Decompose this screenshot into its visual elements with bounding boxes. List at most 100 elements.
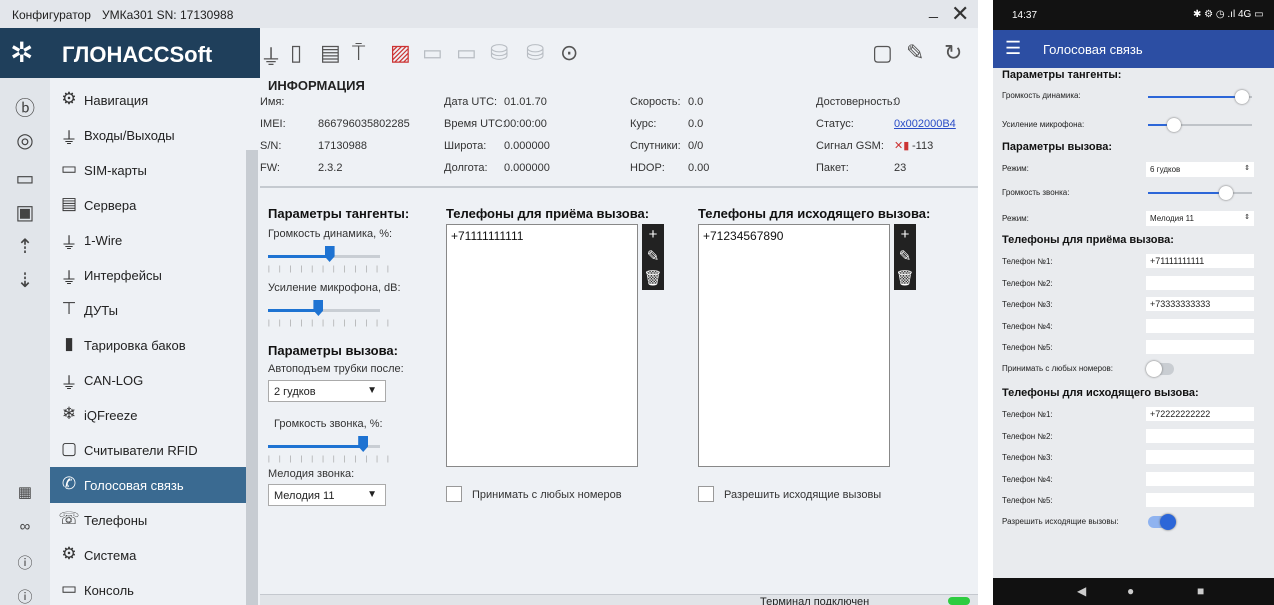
phone-allow-out-label: Разрешить исходящие вызовы: — [1002, 517, 1119, 526]
phone-in-number-input[interactable] — [1146, 275, 1254, 290]
phone-in-number-input[interactable] — [1146, 340, 1254, 354]
accept-any-checkbox[interactable] — [446, 486, 462, 502]
mic-gain-slider[interactable]: |||||||||||| — [268, 300, 389, 327]
nav-item[interactable]: ❄ iQFreeze — [50, 397, 246, 433]
close-button[interactable]: ✕ — [951, 3, 969, 25]
incoming-actions: + ✎ 🗑 — [642, 224, 664, 290]
monitor-icon[interactable]: ▭ — [422, 40, 443, 66]
phone-in-number-label: Телефон №3: — [1002, 300, 1053, 309]
ring-volume-slider[interactable]: |||||||||||| — [268, 436, 389, 463]
delete-icon[interactable]: 🗑 — [894, 268, 916, 290]
autoanswer-select[interactable]: 2 гудков ▼ — [268, 380, 386, 402]
phone-in-number-input[interactable]: +73333333333 — [1146, 297, 1254, 311]
phone-speaker-label: Громкость динамика: — [1002, 91, 1081, 100]
nav-item[interactable]: ⚙ Навигация — [50, 82, 246, 118]
delete-icon[interactable]: 🗑 — [642, 268, 664, 290]
speaker-volume-slider[interactable]: |||||||||||| — [268, 246, 389, 273]
connection-indicator — [948, 597, 970, 605]
phone-accept-any-toggle[interactable] — [1146, 361, 1174, 377]
bluetooth-icon[interactable]: ⓑ — [12, 92, 38, 121]
outgoing-phone-1[interactable]: +71234567890 — [703, 229, 783, 243]
open-folder-icon[interactable]: ▭ — [12, 166, 38, 191]
link-icon[interactable]: ∞ — [12, 518, 38, 535]
nav-item[interactable]: ⏚ 1-Wire — [50, 222, 246, 258]
melody-select[interactable]: Мелодия 11 ▼ — [268, 484, 386, 506]
nav-item[interactable]: ⏚ CAN-LOG — [50, 362, 246, 398]
phone-mic-slider[interactable] — [1148, 118, 1252, 132]
help-icon[interactable]: ⓘ — [12, 552, 38, 573]
longitude-value: 0.000000 — [504, 162, 550, 174]
nav-item[interactable]: ▮ Тарировка баков — [50, 327, 246, 363]
read-io-icon[interactable]: ⏚ — [260, 40, 282, 72]
nav-item[interactable]: ☏ Телефоны — [50, 502, 246, 538]
nav-item[interactable]: ⚙ Система — [50, 537, 246, 573]
server-error-icon[interactable]: ▨ — [390, 40, 411, 66]
phone-in-number-label: Телефон №2: — [1002, 278, 1053, 288]
slider-thumb[interactable] — [1219, 186, 1233, 200]
phone-out-number-input[interactable] — [1146, 493, 1254, 507]
add-icon[interactable]: + — [642, 224, 664, 246]
nav-item[interactable]: ▭ Консоль — [50, 572, 246, 605]
info-icon[interactable]: ⓘ — [12, 586, 38, 605]
slider-thumb[interactable] — [1234, 90, 1249, 104]
phone-out-number-input[interactable]: +72222222222 — [1146, 407, 1254, 421]
utc-time-label: Время UTC: — [444, 118, 506, 130]
slider-thumb[interactable] — [313, 300, 324, 316]
upload-icon[interactable]: ⇡ — [12, 234, 38, 259]
download-icon[interactable]: ⇣ — [12, 268, 38, 293]
incoming-phone-1[interactable]: +71111111111 — [451, 229, 523, 243]
nav-item-label: ДУТы — [84, 303, 118, 318]
speed-value: 0.0 — [688, 96, 704, 108]
nav-item[interactable]: ▤ Сервера — [50, 187, 246, 223]
nav-scrollbar[interactable] — [246, 150, 258, 605]
phone-speaker-slider[interactable] — [1148, 90, 1252, 104]
home-icon[interactable]: ● — [1127, 584, 1134, 598]
io-icon: ⏚ — [60, 129, 78, 148]
grid-icon[interactable]: ▦ — [12, 483, 38, 501]
save-icon[interactable]: ▣ — [12, 200, 38, 225]
slider-thumb[interactable] — [358, 436, 369, 452]
recent-apps-icon[interactable]: ■ — [1197, 584, 1204, 598]
nav-item[interactable]: ⏚ Входы/Выходы — [50, 117, 246, 153]
location-icon[interactable]: ⊙ — [560, 40, 578, 66]
phone-out-number-input[interactable] — [1146, 471, 1254, 486]
hamburger-menu-icon[interactable]: ☰ — [1005, 38, 1021, 59]
antenna-icon[interactable]: ⍑ — [352, 40, 365, 66]
phone-out-number-input[interactable] — [1146, 450, 1254, 464]
phone-mode2-select[interactable]: Мелодия 11 ⇕ — [1146, 211, 1254, 226]
battery-icon[interactable]: ▯ — [290, 40, 302, 66]
device-icon[interactable]: ◎ — [12, 128, 38, 153]
phone-mode1-select[interactable]: 6 гудков ⇕ — [1146, 162, 1254, 177]
phone-in-number-input[interactable] — [1146, 318, 1254, 333]
nav-item[interactable]: ▭ SIM-карты — [50, 152, 246, 188]
monitor2-icon[interactable]: ▭ — [456, 40, 477, 66]
utc-date-value: 01.01.70 — [504, 96, 547, 108]
database-icon[interactable]: ⛁ — [490, 40, 508, 66]
nav-item[interactable]: ⊤ ДУТы — [50, 292, 246, 328]
reload-icon[interactable]: ↻ — [944, 40, 962, 66]
phone-ring-slider[interactable] — [1148, 186, 1252, 200]
phone-in-number-input[interactable]: +71111111111 — [1146, 254, 1254, 268]
allow-outgoing-checkbox[interactable] — [698, 486, 714, 502]
slider-thumb[interactable] — [324, 246, 335, 262]
edit-icon[interactable]: ✎ — [894, 246, 916, 268]
phone-out-number-label: Телефон №3: — [1002, 453, 1053, 462]
back-icon[interactable]: ◀ — [1077, 584, 1086, 598]
incoming-phones-list[interactable]: +71111111111 — [446, 224, 638, 467]
firmware-icon[interactable]: ✎ — [906, 40, 924, 66]
status-link[interactable]: 0x002000B4 — [894, 118, 956, 130]
outgoing-phones-list[interactable]: +71234567890 — [698, 224, 890, 467]
nav-item[interactable]: ▢ Считыватели RFID — [50, 432, 246, 468]
minimize-button[interactable]: _ — [929, 2, 938, 20]
slider-thumb[interactable] — [1167, 118, 1181, 132]
logo-icon: ✲ — [10, 37, 34, 68]
nav-item[interactable]: ✆ Голосовая связь — [50, 467, 246, 503]
phone-allow-out-toggle[interactable] — [1148, 514, 1176, 530]
phone-out-number-input[interactable] — [1146, 428, 1254, 443]
nav-item[interactable]: ⏚ Интерфейсы — [50, 257, 246, 293]
add-icon[interactable]: + — [894, 224, 916, 246]
export-icon[interactable]: ▢ — [872, 40, 893, 66]
sim-status-icon[interactable]: ▤ — [320, 40, 341, 66]
database-settings-icon[interactable]: ⛁ — [526, 40, 544, 66]
edit-icon[interactable]: ✎ — [642, 246, 664, 268]
